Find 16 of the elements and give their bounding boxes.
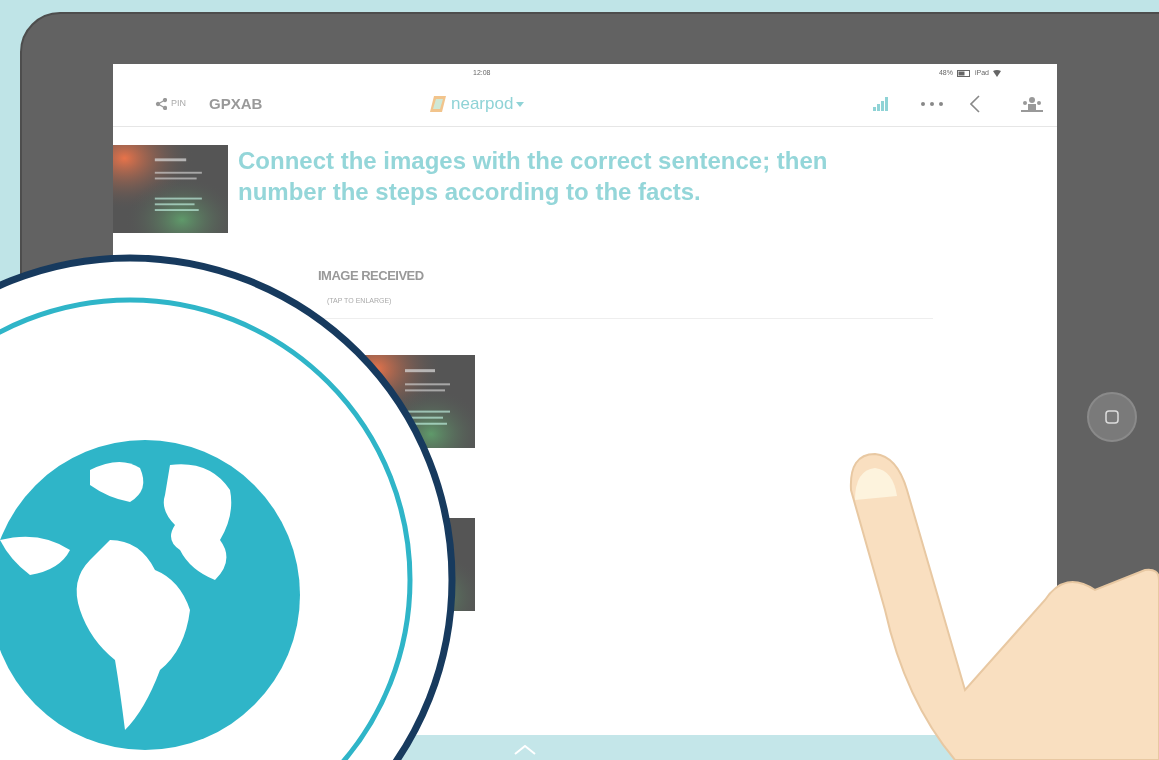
back-icon[interactable]	[970, 95, 980, 113]
signal-icon[interactable]	[873, 97, 889, 111]
question-text: Connect the images with the correct sentence; then number the steps according to the facts.	[238, 146, 829, 207]
people-icon[interactable]	[1021, 96, 1043, 112]
more-icon[interactable]	[921, 102, 943, 106]
home-button[interactable]	[1087, 392, 1137, 442]
battery-icon	[957, 69, 971, 77]
pin-label: PIN	[171, 97, 186, 111]
logo-icon	[428, 94, 448, 114]
image-received-title: IMAGE RECEIVED	[318, 267, 425, 285]
share-icon[interactable]	[155, 98, 167, 110]
caret-icon	[516, 101, 525, 107]
pin-code: GPXAB	[209, 93, 263, 114]
wifi-icon	[993, 69, 1001, 77]
square-icon	[1105, 410, 1119, 424]
logo-menu[interactable]: nearpod	[428, 91, 525, 117]
